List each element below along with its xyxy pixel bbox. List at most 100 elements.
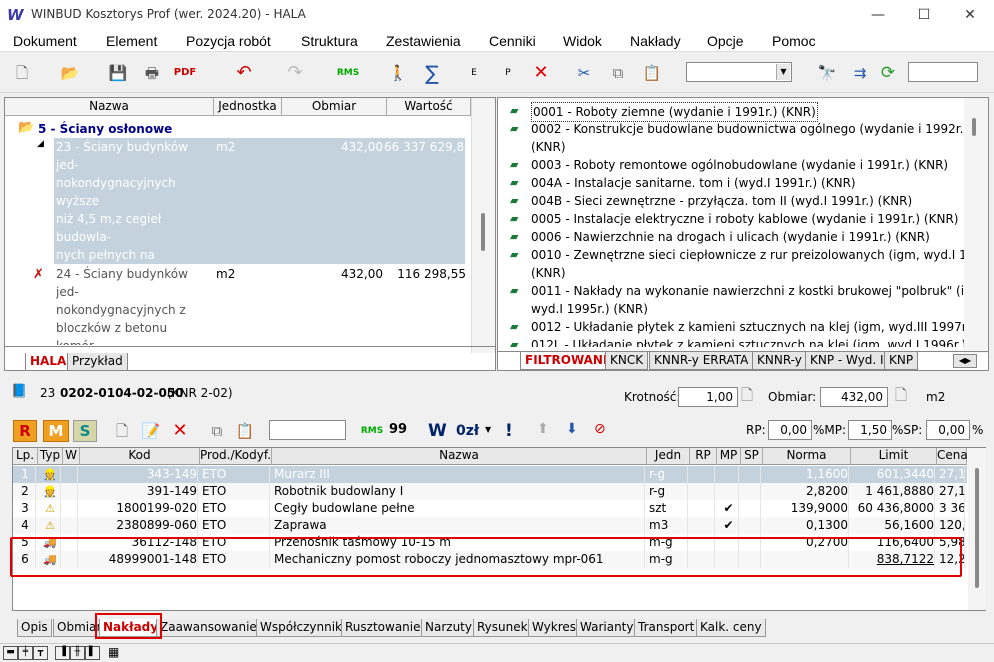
- refresh-icon[interactable]: ⟳: [876, 60, 900, 86]
- bottom-tab[interactable]: Narzuty: [421, 619, 476, 637]
- tree-header-wartosc[interactable]: Wartość: [387, 98, 471, 116]
- grid-header-cell[interactable]: Norma: [763, 448, 851, 465]
- tab-przyklad[interactable]: Przykład: [67, 353, 128, 371]
- tree-header-nazwa[interactable]: Nazwa: [5, 98, 214, 116]
- delete-row-icon[interactable]: ✕: [168, 418, 192, 444]
- menu-opcje[interactable]: Opcje: [707, 33, 744, 49]
- grid-header-cell[interactable]: Nazwa: [272, 448, 647, 465]
- chapter-label[interactable]: 5 - Ściany osłonowe: [38, 120, 172, 138]
- w-button[interactable]: W: [428, 421, 447, 441]
- edit-list-icon[interactable]: 📝: [139, 418, 163, 444]
- catalog-scrollbar[interactable]: [964, 98, 988, 353]
- document-icon[interactable]: 🗋: [741, 385, 753, 410]
- exclamation-button[interactable]: !: [505, 421, 513, 441]
- maximize-button[interactable]: ☐: [901, 0, 947, 30]
- grid-header-cell[interactable]: Limit: [851, 448, 937, 465]
- close-button[interactable]: ✕: [947, 0, 993, 30]
- toolbar-combo[interactable]: ▼: [686, 62, 792, 82]
- menu-naklady[interactable]: Nakłady: [630, 33, 681, 49]
- paste-icon[interactable]: 📋: [640, 60, 664, 86]
- rms-catalog-icon[interactable]: RMS: [360, 418, 384, 444]
- pdf-icon[interactable]: PDF: [173, 60, 197, 86]
- tab-knp[interactable]: KNP: [884, 352, 919, 370]
- obmiar-field[interactable]: 432,00: [820, 387, 888, 407]
- menu-widok[interactable]: Widok: [563, 33, 602, 49]
- grid-row[interactable]: 2 👷 391-149 ETO Robotnik budowlany Ir-g 2,820…: [13, 483, 967, 500]
- cut-icon[interactable]: ✂: [572, 60, 596, 86]
- rms-search-input[interactable]: [269, 420, 346, 440]
- copy-icon[interactable]: ⧉: [606, 60, 630, 86]
- m-toggle-button[interactable]: M: [43, 420, 69, 442]
- tab-knnr-errata[interactable]: KNNR-y ERRATA: [649, 352, 754, 370]
- toolbar-search-input[interactable]: [908, 62, 978, 82]
- view-mode-4-icon[interactable]: ▐: [55, 646, 70, 660]
- save-icon[interactable]: 💾: [106, 60, 130, 86]
- menu-struktura[interactable]: Struktura: [301, 33, 358, 49]
- obmiar-document-icon[interactable]: 🗋: [895, 385, 907, 410]
- view-mode-2-icon[interactable]: ╪: [18, 646, 33, 660]
- e-document-icon[interactable]: E: [462, 60, 486, 86]
- bottom-tab[interactable]: Warianty: [576, 619, 638, 637]
- copy-row-icon[interactable]: ⧉: [205, 418, 229, 444]
- new-document-icon[interactable]: 🗋: [10, 60, 34, 86]
- bottom-tab[interactable]: Kalk. ceny: [696, 619, 766, 637]
- grid-header-cell[interactable]: Jedn: [647, 448, 690, 465]
- menu-pomoc[interactable]: Pomoc: [772, 33, 816, 49]
- grid-header-cell[interactable]: Prod./Kodyf.: [200, 448, 272, 465]
- tab-knnr[interactable]: KNNR-y: [752, 352, 807, 370]
- tree-scroll-thumb[interactable]: [481, 213, 485, 251]
- open-folder-icon[interactable]: 📂: [58, 60, 82, 86]
- bottom-tab[interactable]: Zaawansowanie: [156, 619, 261, 637]
- binoculars-icon[interactable]: 🔭: [815, 60, 839, 86]
- menu-element[interactable]: Element: [106, 33, 157, 49]
- bottom-tab[interactable]: Transport: [634, 619, 699, 637]
- grid-header-cell[interactable]: SP: [741, 448, 763, 465]
- mp-field[interactable]: 1,50: [848, 420, 892, 440]
- rms-icon[interactable]: RMS: [336, 60, 360, 86]
- undo-icon[interactable]: ↶: [232, 60, 256, 86]
- catalog-scroll-thumb[interactable]: [972, 118, 976, 136]
- tree-item-24-name[interactable]: 24 - Ściany budynków jed-nokondygnacyjny…: [56, 265, 212, 345]
- tab-knck[interactable]: KNCK: [605, 352, 649, 370]
- p-document-icon[interactable]: P: [496, 60, 520, 86]
- zero-zl-button[interactable]: 0zł: [456, 423, 479, 439]
- print-icon[interactable]: 🖶: [140, 60, 164, 86]
- tree-header-jednostka[interactable]: Jednostka: [214, 98, 282, 116]
- bottom-tab[interactable]: Opis: [17, 619, 52, 637]
- clear-sum-icon[interactable]: ⊘: [594, 421, 606, 437]
- new-item-icon[interactable]: 🗋: [110, 418, 134, 444]
- chevron-down-icon[interactable]: ▼: [776, 64, 790, 80]
- bottom-tab[interactable]: Rusztowanie: [341, 619, 425, 637]
- grid-header-cell[interactable]: MP: [717, 448, 741, 465]
- person-icon[interactable]: 🚶: [386, 60, 410, 86]
- r-toggle-button[interactable]: R: [13, 420, 37, 442]
- menu-dokument[interactable]: Dokument: [13, 33, 77, 49]
- delete-icon[interactable]: ✕: [529, 60, 553, 86]
- view-mode-1-icon[interactable]: ▬: [3, 646, 18, 660]
- grid-header-cell[interactable]: Cena: [937, 448, 968, 465]
- bottom-tab[interactable]: Rysunek: [473, 619, 532, 637]
- tab-hala[interactable]: HALA: [25, 353, 72, 371]
- calculator-icon[interactable]: ▦: [108, 645, 119, 659]
- redo-icon[interactable]: ↷: [283, 60, 307, 86]
- collapse-icon[interactable]: ◢: [37, 139, 44, 149]
- tree-header-obmiar[interactable]: Obmiar: [282, 98, 387, 116]
- grid-row[interactable]: 3 ⚠ 1800199-020 ETO Cegły budowlane pełne szt…: [13, 500, 967, 517]
- sum-icon[interactable]: ∑: [420, 60, 444, 86]
- price-99-icon[interactable]: 99: [389, 422, 407, 437]
- paste-row-icon[interactable]: 📋: [233, 418, 257, 444]
- s-toggle-button[interactable]: S: [73, 420, 97, 442]
- krotnosc-field[interactable]: 1,00: [678, 387, 738, 407]
- grid-header-cell[interactable]: Kod: [80, 448, 200, 465]
- bottom-tab[interactable]: Współczynniki: [256, 619, 350, 637]
- view-mode-5-icon[interactable]: ╫: [70, 646, 85, 660]
- view-mode-6-icon[interactable]: ▌: [85, 646, 100, 660]
- zl-dropdown-icon[interactable]: ▼: [485, 425, 491, 434]
- move-up-icon[interactable]: ⬆: [537, 421, 549, 437]
- move-down-icon[interactable]: ⬇: [566, 421, 578, 437]
- menu-cenniki[interactable]: Cenniki: [489, 33, 536, 49]
- grid-scrollbar[interactable]: [968, 448, 986, 610]
- grid-scroll-thumb[interactable]: [975, 468, 979, 588]
- tree-scrollbar[interactable]: [471, 98, 495, 353]
- grid-row[interactable]: 4 ⚠ 2380899-060 ETO Zaprawa m3 ✔ 0,1300 56,1600 1…: [13, 517, 967, 534]
